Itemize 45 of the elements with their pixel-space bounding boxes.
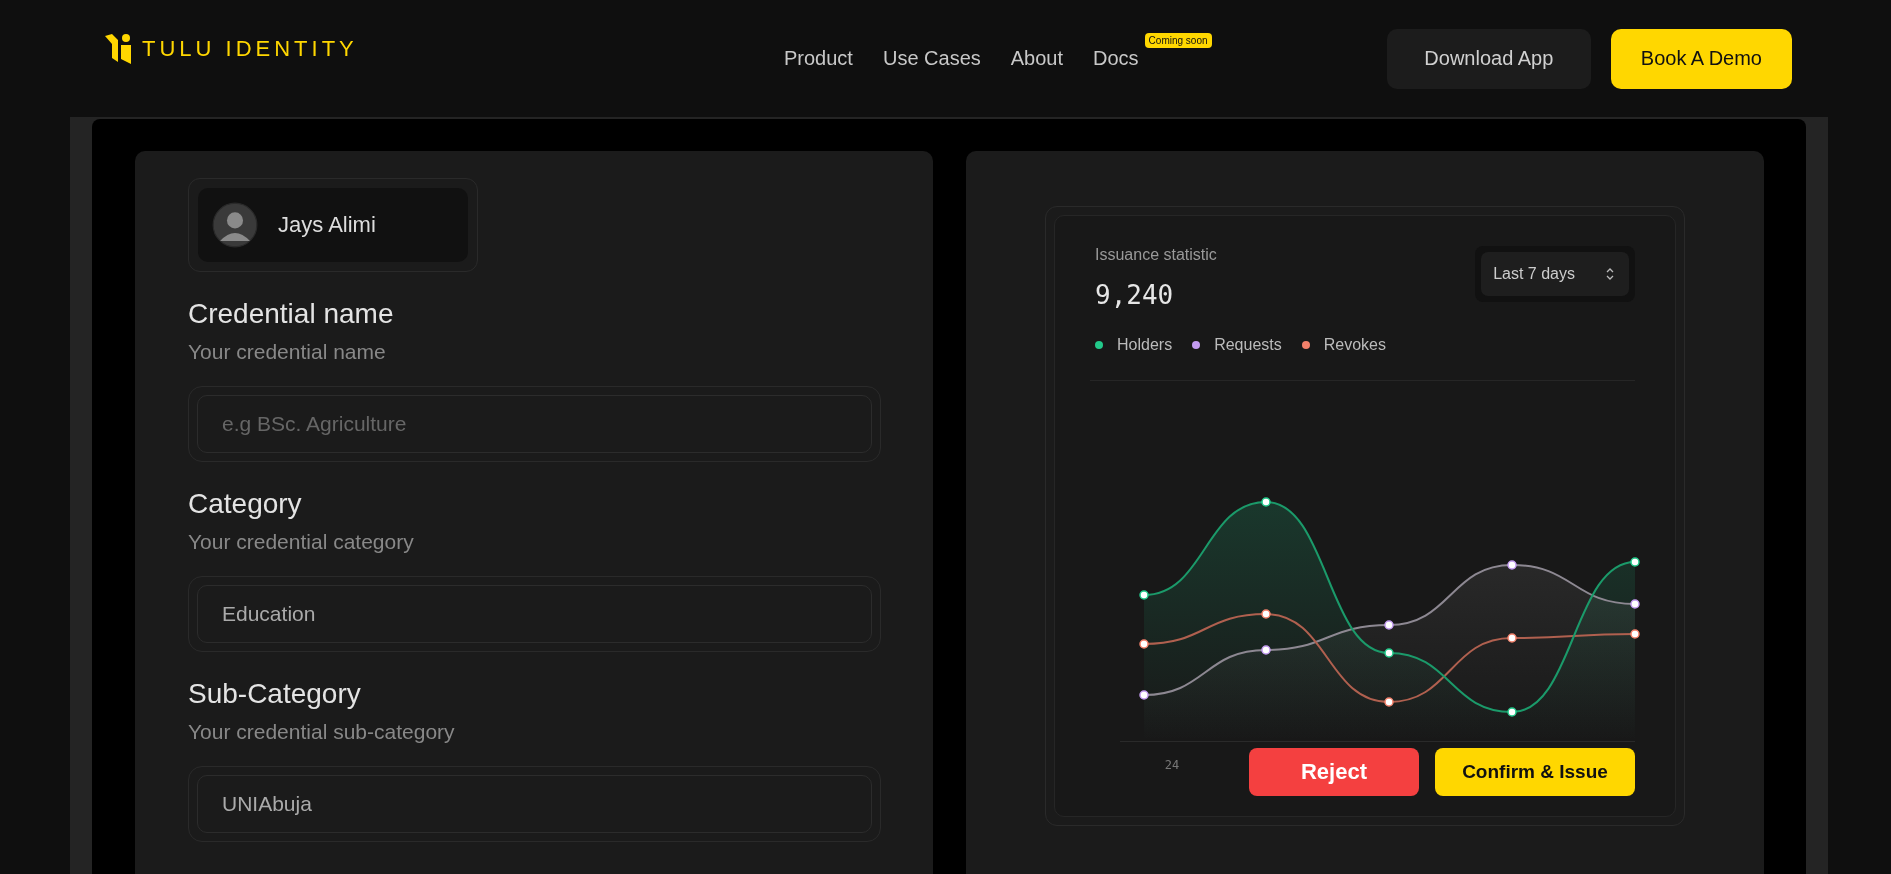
- range-select[interactable]: Last 7 days: [1481, 252, 1629, 296]
- legend-label: Holders: [1117, 336, 1173, 354]
- chart-point: [1261, 609, 1271, 619]
- chart-point: [1261, 497, 1271, 507]
- nav-link[interactable]: About: [1010, 47, 1063, 69]
- nav-link[interactable]: Docs: [1093, 47, 1139, 69]
- axis-label: 24: [1163, 758, 1181, 772]
- chart-point: [1139, 639, 1149, 649]
- chart-point: [1384, 620, 1394, 630]
- chart-point: [1384, 697, 1394, 707]
- chart-point: [1261, 645, 1271, 655]
- chart-point: [1630, 599, 1640, 609]
- nav-link[interactable]: Product: [784, 47, 853, 69]
- chart-title: Issuance statistic: [1095, 246, 1217, 264]
- user-chip[interactable]: Jays Alimi: [198, 188, 468, 262]
- chart-point: [1630, 629, 1640, 639]
- total-count: 9,240: [1095, 280, 1175, 310]
- field-hint: Your credential category: [188, 530, 415, 554]
- legend-label: Requests: [1214, 336, 1282, 354]
- avatar-icon: [212, 202, 258, 248]
- input-field[interactable]: e.g BSc. Agriculture: [197, 395, 872, 453]
- chart-point: [1507, 707, 1517, 717]
- chart-point: [1384, 648, 1394, 658]
- input-field[interactable]: Education: [197, 585, 872, 643]
- download-app-button[interactable]: Download App: [1386, 28, 1591, 89]
- reject-button[interactable]: Reject: [1249, 748, 1419, 796]
- logo-icon: [104, 31, 134, 66]
- chart-point: [1139, 590, 1149, 600]
- chart-point: [1630, 557, 1640, 567]
- chart-point: [1507, 633, 1517, 643]
- field-label: Sub-Category: [188, 678, 362, 710]
- nav-link[interactable]: Use Cases: [882, 47, 981, 69]
- logo-text[interactable]: TULU IDENTITY: [142, 35, 358, 62]
- field-label: Credential name: [188, 298, 395, 330]
- field-label: Category: [188, 488, 303, 520]
- confirm-button[interactable]: Confirm & Issue: [1435, 748, 1635, 796]
- legend-label: Revokes: [1323, 336, 1386, 354]
- field-hint: Your credential name: [188, 340, 387, 364]
- sort-icon: [1605, 267, 1615, 281]
- chart-point: [1139, 690, 1149, 700]
- chart-point: [1507, 560, 1517, 570]
- coming-soon-badge: Coming soon: [1144, 33, 1212, 48]
- book-demo-button[interactable]: Book A Demo: [1610, 28, 1792, 89]
- input-field[interactable]: UNIAbuja: [197, 775, 872, 833]
- field-hint: Your credential sub-category: [188, 720, 456, 744]
